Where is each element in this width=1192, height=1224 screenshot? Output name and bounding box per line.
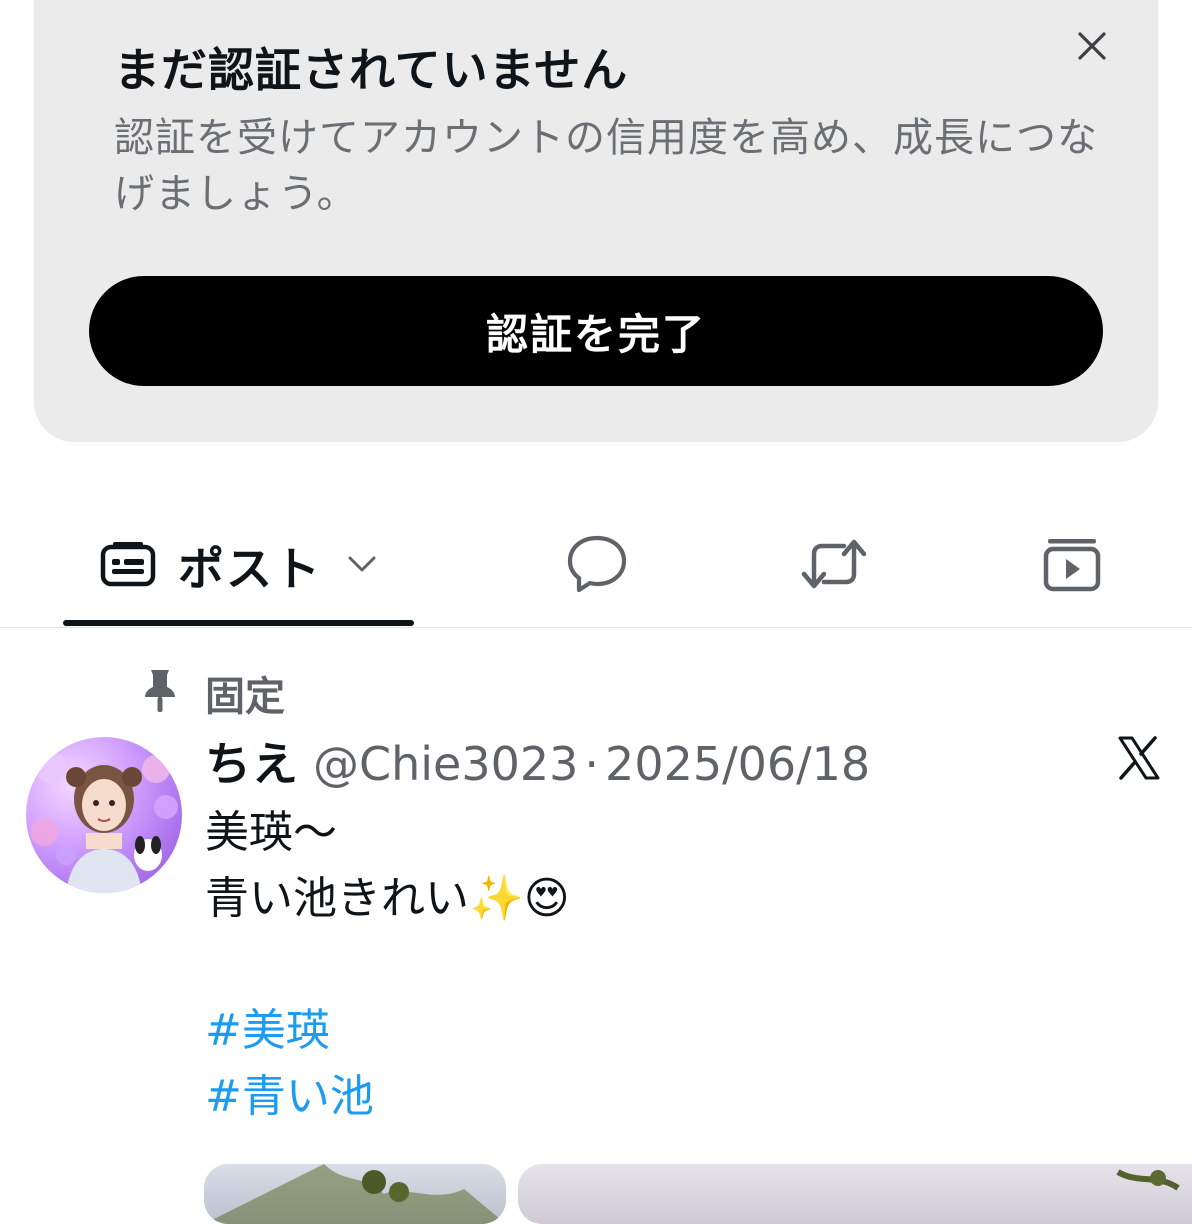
verification-card-description: 認証を受けてアカウントの信用度を高め、成長につなげましょう。 xyxy=(114,115,1098,217)
x-logo-icon[interactable] xyxy=(1114,734,1162,782)
post-image-2[interactable] xyxy=(518,1164,1192,1224)
pinned-label: 固定 xyxy=(205,674,285,720)
post-header: ちえ @Chie3023 · 2025/06/18 xyxy=(205,728,870,791)
avatar[interactable] xyxy=(26,737,182,893)
tab-replies[interactable] xyxy=(566,530,628,602)
close-icon[interactable] xyxy=(1068,22,1116,70)
tab-posts-label: ポスト xyxy=(178,542,322,596)
tab-media[interactable] xyxy=(1042,530,1102,602)
verification-card-title: まだ認証されていません xyxy=(114,43,629,97)
post-date[interactable]: 2025/06/18 xyxy=(605,737,870,791)
tab-reposts[interactable] xyxy=(800,530,868,602)
post-image-1[interactable] xyxy=(204,1164,506,1224)
hashtag-link[interactable]: #青い池 xyxy=(205,1064,570,1130)
active-tab-indicator xyxy=(63,620,414,626)
reply-bubble-icon xyxy=(566,534,628,598)
chevron-down-icon[interactable] xyxy=(348,555,376,577)
media-play-icon xyxy=(1042,535,1102,597)
repost-icon xyxy=(800,536,868,596)
post-text: 美瑛〜 青い池きれい✨😍 #美瑛 #青い池 xyxy=(205,800,570,1130)
tab-posts[interactable]: ポスト xyxy=(100,530,376,602)
author-name[interactable]: ちえ xyxy=(205,728,299,794)
post-text-line: 青い池きれい✨😍 xyxy=(205,873,570,924)
tabs-divider xyxy=(0,627,1192,628)
author-handle[interactable]: @Chie3023 xyxy=(313,737,578,791)
pin-icon xyxy=(140,666,180,714)
separator-dot: · xyxy=(584,737,600,791)
hashtag-link[interactable]: #美瑛 xyxy=(205,998,570,1064)
post-text-line: 美瑛〜 xyxy=(205,807,337,858)
posts-tab-icon xyxy=(100,540,156,592)
complete-verification-button[interactable]: 認証を完了 xyxy=(89,276,1103,386)
